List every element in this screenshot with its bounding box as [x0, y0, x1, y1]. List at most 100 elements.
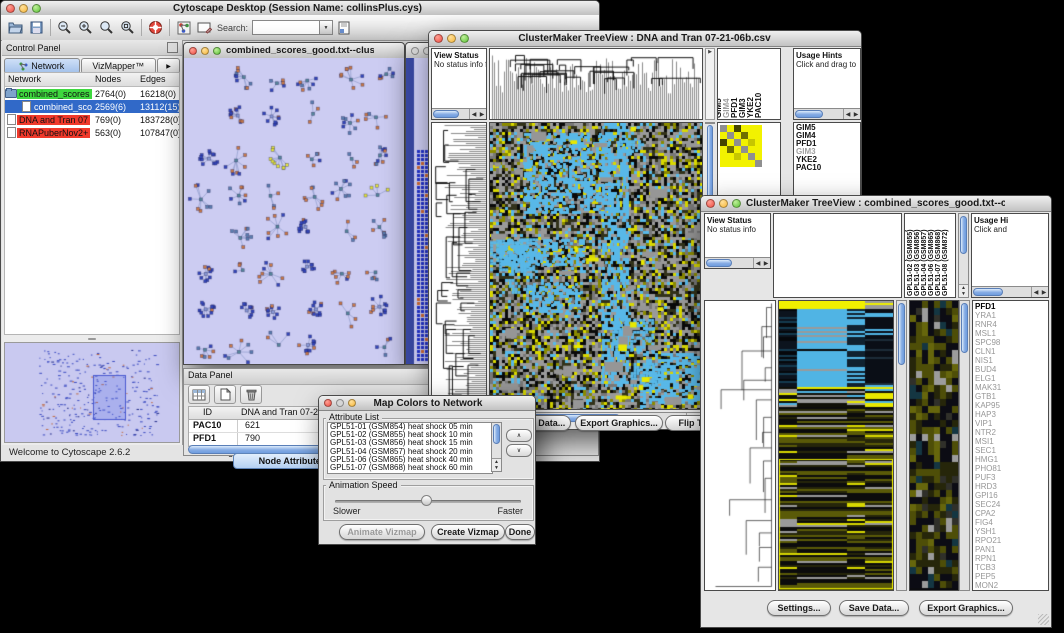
scroll-thumb[interactable] — [493, 424, 500, 444]
move-down-button[interactable]: ∨ — [506, 444, 532, 457]
matrix-cell[interactable] — [741, 125, 748, 132]
matrix-cell[interactable] — [748, 132, 755, 139]
save-button[interactable] — [26, 18, 47, 37]
gene-label[interactable]: HAP3 — [973, 410, 1048, 419]
network-table-row[interactable]: combined_scores2764(0)16218(0) — [5, 87, 179, 100]
treeview2-zoom-heatmap[interactable] — [909, 300, 959, 591]
button-settings[interactable]: Settings... — [767, 600, 831, 616]
matrix-cell[interactable] — [727, 132, 734, 139]
button-create-vizmap[interactable]: Create Vizmap — [431, 524, 505, 540]
attribute-item[interactable]: GPL51-07 (GSM868) heat shock 60 min — [328, 464, 492, 472]
resize-grip[interactable] — [1038, 614, 1049, 625]
gene-label[interactable]: PHO81 — [973, 464, 1048, 473]
vscrollbar[interactable] — [896, 300, 907, 591]
treeview1-column-dendrogram[interactable] — [489, 48, 703, 120]
minimize-button[interactable] — [336, 399, 344, 407]
column-id[interactable]: ID — [203, 407, 212, 417]
scroll-thumb[interactable] — [706, 259, 732, 267]
matrix-cell[interactable] — [748, 146, 755, 153]
gene-label[interactable]: MAK31 — [973, 383, 1048, 392]
column-label[interactable]: PAC10 — [763, 49, 771, 119]
gene-label[interactable]: PAN1 — [973, 545, 1048, 554]
vscrollbar[interactable]: ▲▼ — [491, 422, 502, 472]
scroll-down-arrow-icon[interactable]: ▼ — [959, 291, 968, 297]
annotation-icon[interactable] — [194, 18, 215, 37]
minimize-button[interactable] — [201, 47, 209, 55]
matrix-cell[interactable] — [748, 139, 755, 146]
matrix-cell[interactable] — [755, 153, 762, 160]
search-dropdown-arrow[interactable]: ▼ — [320, 20, 333, 35]
button-done[interactable]: Done — [505, 524, 535, 540]
zoom-button[interactable] — [732, 199, 741, 208]
gene-label[interactable]: PFD1 — [973, 302, 1048, 311]
birds-eye-canvas[interactable] — [5, 343, 179, 442]
column-nodes[interactable]: Nodes — [95, 74, 121, 84]
treeview1-gene-dendrogram[interactable] — [431, 122, 487, 410]
gene-label[interactable]: SEC24 — [973, 500, 1048, 509]
gene-label[interactable]: TCB3 — [973, 563, 1048, 572]
gene-label[interactable]: YSH1 — [973, 527, 1048, 536]
scroll-thumb[interactable] — [961, 303, 968, 353]
button-animate-vizmap[interactable]: Animate Vizmap — [339, 524, 425, 540]
birds-eye-view[interactable] — [4, 342, 180, 443]
matrix-cell[interactable] — [741, 160, 748, 167]
gene-label[interactable]: FIG4 — [973, 518, 1048, 527]
hscrollbar[interactable]: ◀▶ — [432, 108, 486, 119]
gene-label[interactable]: VIP1 — [973, 419, 1048, 428]
matrix-cell[interactable] — [741, 153, 748, 160]
treeview2-gene-dendrogram[interactable] — [704, 300, 776, 591]
matrix-cell[interactable] — [720, 146, 727, 153]
button-export-graphics[interactable]: Export Graphics... — [575, 415, 663, 431]
column-network[interactable]: Network — [8, 74, 41, 84]
vscrollbar[interactable]: ▲▼ — [958, 213, 969, 298]
scroll-left-arrow-icon[interactable]: ◀ — [470, 111, 478, 118]
vscrollbar[interactable] — [705, 122, 715, 124]
dialog-titlebar[interactable]: Map Colors to Network — [319, 396, 535, 411]
vizmap-icon[interactable] — [173, 18, 194, 37]
scroll-right-arrow-icon[interactable]: ▶ — [1040, 289, 1048, 296]
matrix-cell[interactable] — [748, 153, 755, 160]
zoom-button[interactable] — [32, 4, 41, 13]
matrix-cell[interactable] — [755, 139, 762, 146]
zoom-out-button[interactable] — [54, 18, 75, 37]
matrix-cell[interactable] — [727, 125, 734, 132]
zoom-fit-button[interactable] — [117, 18, 138, 37]
float-panel-icon[interactable] — [167, 42, 178, 53]
network-canvas[interactable] — [184, 58, 404, 364]
column-edges[interactable]: Edges — [140, 74, 166, 84]
gene-label[interactable]: MSL1 — [973, 329, 1048, 338]
gene-label[interactable]: CPA2 — [973, 509, 1048, 518]
scroll-thumb[interactable] — [433, 110, 459, 118]
gene-label[interactable]: RNR4 — [973, 320, 1048, 329]
matrix-cell[interactable] — [734, 146, 741, 153]
matrix-cell[interactable] — [748, 125, 755, 132]
splitter-strip[interactable]: ▶ — [705, 48, 715, 120]
row-label[interactable]: PAC10 — [794, 164, 860, 172]
gene-label[interactable]: NTR2 — [973, 428, 1048, 437]
panel-splitter[interactable] — [4, 336, 180, 341]
matrix-cell[interactable] — [720, 160, 727, 167]
matrix-cell[interactable] — [741, 146, 748, 153]
scroll-thumb[interactable] — [973, 288, 1003, 296]
main-titlebar[interactable]: Cytoscape Desktop (Session Name: collins… — [1, 1, 599, 16]
minimize-button[interactable] — [19, 4, 28, 13]
treeview2-heatmap[interactable] — [778, 300, 894, 591]
gene-label[interactable]: MON2 — [973, 581, 1048, 590]
network-table-row[interactable]: combined_sco2569(6)13112(15) — [5, 100, 179, 113]
matrix-cell[interactable] — [734, 139, 741, 146]
delete-attribute-button[interactable] — [240, 385, 262, 404]
matrix-cell[interactable] — [755, 125, 762, 132]
column-label[interactable]: GPL51-08 (GSM872) — [949, 214, 956, 297]
scroll-left-arrow-icon[interactable]: ◀ — [754, 260, 762, 267]
matrix-cell[interactable] — [755, 146, 762, 153]
gene-label[interactable]: YRA1 — [973, 311, 1048, 320]
matrix-cell[interactable] — [748, 160, 755, 167]
help-lifebuoy-icon[interactable] — [145, 18, 166, 37]
matrix-cell[interactable] — [720, 153, 727, 160]
button-save-data[interactable]: Save Data... — [839, 600, 909, 616]
minimize-button[interactable] — [719, 199, 728, 208]
gene-label[interactable]: RPN1 — [973, 554, 1048, 563]
gene-label[interactable]: GTB1 — [973, 392, 1048, 401]
gene-label[interactable]: HRD3 — [973, 482, 1048, 491]
matrix-cell[interactable] — [720, 132, 727, 139]
